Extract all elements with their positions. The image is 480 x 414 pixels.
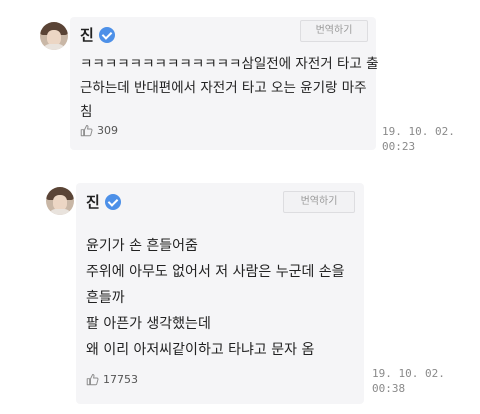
like-button[interactable]: 17753 <box>86 373 138 386</box>
timestamp-time: 00:23 <box>382 140 416 153</box>
avatar[interactable] <box>46 187 74 215</box>
comment-line: 침 <box>80 104 93 120</box>
timestamp-time: 00:38 <box>372 382 406 395</box>
comment-text: ㅋㅋㅋㅋㅋㅋㅋㅋㅋㅋㅋㅋㅋ삼일전에 자전거 타고 출 근하는데 반대편에서 자전… <box>80 52 379 124</box>
timestamp-date: 19. 10. 02. <box>382 125 455 138</box>
like-count: 17753 <box>103 373 138 386</box>
translate-button[interactable]: 번역하기 <box>300 20 368 42</box>
comment-line: 팔 아픈가 생각했는데 <box>86 316 211 332</box>
author-row: 진 <box>80 24 115 45</box>
comment-text: 윤기가 손 흔들어줌 주위에 아무도 없어서 저 사람은 누군데 손을 흔들까 … <box>86 233 345 363</box>
avatar[interactable] <box>40 22 68 50</box>
comment-line: 주위에 아무도 없어서 저 사람은 누군데 손을 <box>86 264 345 280</box>
verified-badge-icon <box>98 26 115 43</box>
timestamp-date: 19. 10. 02. <box>372 367 445 380</box>
like-button[interactable]: 309 <box>80 124 118 137</box>
author-name[interactable]: 진 <box>86 191 100 212</box>
verified-badge-icon <box>104 193 121 210</box>
like-count: 309 <box>97 124 118 137</box>
author-name[interactable]: 진 <box>80 24 94 45</box>
comment-post: 진 번역하기 윤기가 손 흔들어줌 주위에 아무도 없어서 저 사람은 누군데 … <box>0 175 480 414</box>
thumbs-up-icon <box>86 373 99 386</box>
author-row: 진 <box>86 191 121 212</box>
comment-line: 윤기가 손 흔들어줌 <box>86 238 198 254</box>
timestamp: 19. 10. 02. 00:38 <box>372 366 445 396</box>
translate-button[interactable]: 번역하기 <box>283 191 355 213</box>
comment-line: ㅋㅋㅋㅋㅋㅋㅋㅋㅋㅋㅋㅋㅋ삼일전에 자전거 타고 출 <box>80 56 379 72</box>
comment-line: 흔들까 <box>86 290 125 306</box>
thumbs-up-icon <box>80 124 93 137</box>
comment-line: 왜 이리 아저씨같이하고 타냐고 문자 옴 <box>86 342 315 358</box>
timestamp: 19. 10. 02. 00:23 <box>382 124 455 154</box>
comment-line: 근하는데 반대편에서 자전거 타고 오는 윤기랑 마주 <box>80 80 367 96</box>
comment-post: 진 번역하기 ㅋㅋㅋㅋㅋㅋㅋㅋㅋㅋㅋㅋㅋ삼일전에 자전거 타고 출 근하는데 반… <box>0 0 480 175</box>
